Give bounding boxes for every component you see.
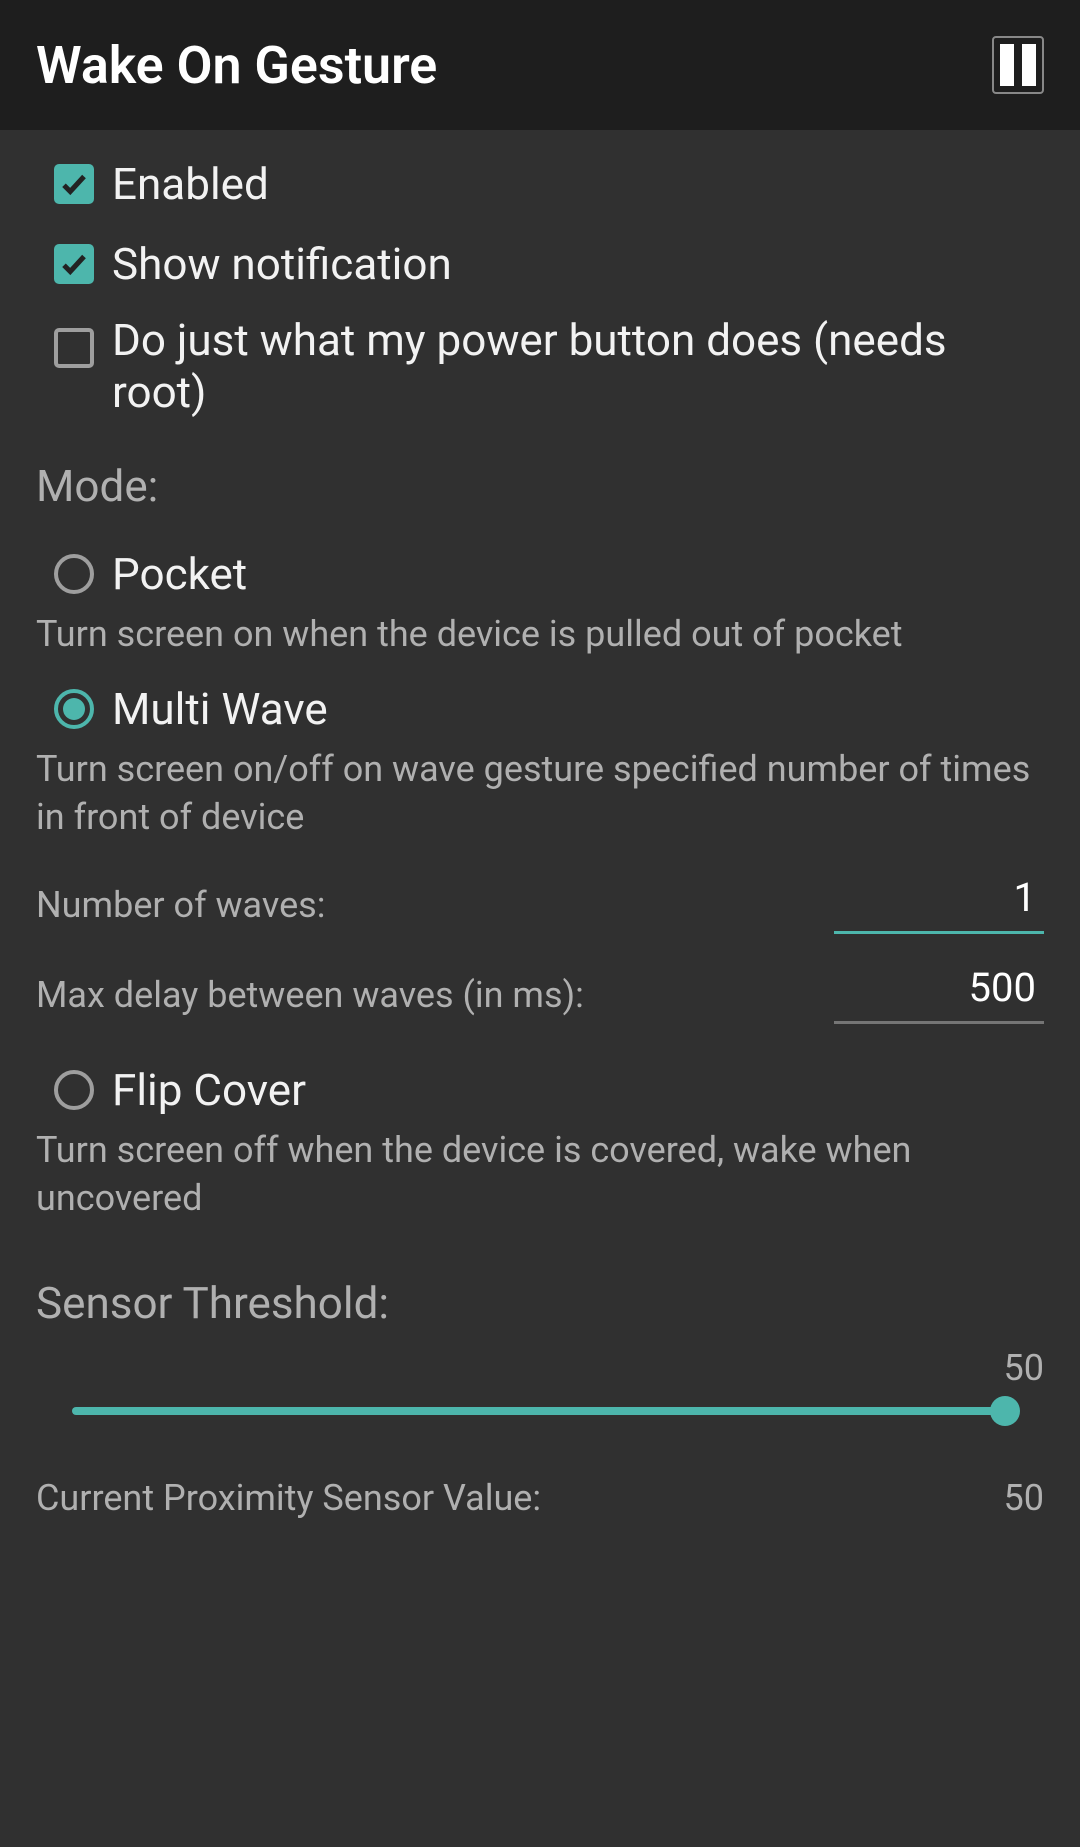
number-of-waves-label: Number of waves: bbox=[36, 884, 325, 934]
radio-pocket[interactable] bbox=[54, 554, 94, 594]
checkbox-show-notification[interactable] bbox=[54, 244, 94, 284]
settings-content: Enabled Show notification Do just what m… bbox=[0, 130, 1080, 1519]
radio-pocket-desc: Turn screen on when the device is pulled… bbox=[36, 606, 1044, 675]
check-icon bbox=[59, 249, 89, 279]
pause-icon bbox=[1022, 44, 1036, 86]
checkbox-power-button[interactable] bbox=[54, 328, 94, 368]
max-delay-input[interactable] bbox=[834, 958, 1044, 1024]
slider-thumb[interactable] bbox=[990, 1396, 1020, 1426]
radio-multiwave[interactable] bbox=[54, 689, 94, 729]
pause-icon bbox=[1000, 44, 1014, 86]
radio-flipcover-desc: Turn screen off when the device is cover… bbox=[36, 1122, 1044, 1239]
checkbox-notification-row[interactable]: Show notification bbox=[36, 224, 1044, 304]
radio-pocket-row[interactable]: Pocket bbox=[36, 522, 1044, 606]
max-delay-label: Max delay between waves (in ms): bbox=[36, 974, 584, 1024]
radio-flipcover-row[interactable]: Flip Cover bbox=[36, 1038, 1044, 1122]
app-title: Wake On Gesture bbox=[36, 35, 437, 96]
proximity-label: Current Proximity Sensor Value: bbox=[36, 1477, 541, 1519]
pause-button[interactable] bbox=[992, 36, 1044, 94]
proximity-value: 50 bbox=[1004, 1477, 1044, 1519]
checkbox-notification-label: Show notification bbox=[112, 238, 452, 290]
number-of-waves-input[interactable] bbox=[834, 868, 1044, 934]
sensor-threshold-slider[interactable] bbox=[36, 1389, 1044, 1435]
app-bar: Wake On Gesture bbox=[0, 0, 1080, 130]
checkbox-power-button-label: Do just what my power button does (needs… bbox=[112, 314, 1026, 418]
checkbox-enabled-row[interactable]: Enabled bbox=[36, 144, 1044, 224]
max-delay-row: Max delay between waves (in ms): bbox=[36, 948, 1044, 1038]
slider-track bbox=[72, 1407, 1008, 1415]
mode-section-label: Mode: bbox=[36, 432, 1044, 522]
radio-flipcover[interactable] bbox=[54, 1070, 94, 1110]
sensor-threshold-label: Sensor Threshold: bbox=[36, 1239, 1044, 1339]
check-icon bbox=[59, 169, 89, 199]
radio-multiwave-label: Multi Wave bbox=[112, 683, 328, 735]
number-of-waves-row: Number of waves: bbox=[36, 858, 1044, 948]
checkbox-power-button-row[interactable]: Do just what my power button does (needs… bbox=[36, 304, 1044, 432]
radio-multiwave-row[interactable]: Multi Wave bbox=[36, 675, 1044, 741]
radio-dot-icon bbox=[63, 698, 85, 720]
checkbox-enabled-label: Enabled bbox=[112, 158, 269, 210]
checkbox-enabled[interactable] bbox=[54, 164, 94, 204]
proximity-row: Current Proximity Sensor Value: 50 bbox=[36, 1435, 1044, 1519]
radio-pocket-label: Pocket bbox=[112, 548, 247, 600]
radio-flipcover-label: Flip Cover bbox=[112, 1064, 306, 1116]
sensor-threshold-value: 50 bbox=[36, 1339, 1044, 1389]
radio-multiwave-desc: Turn screen on/off on wave gesture speci… bbox=[36, 741, 1044, 858]
